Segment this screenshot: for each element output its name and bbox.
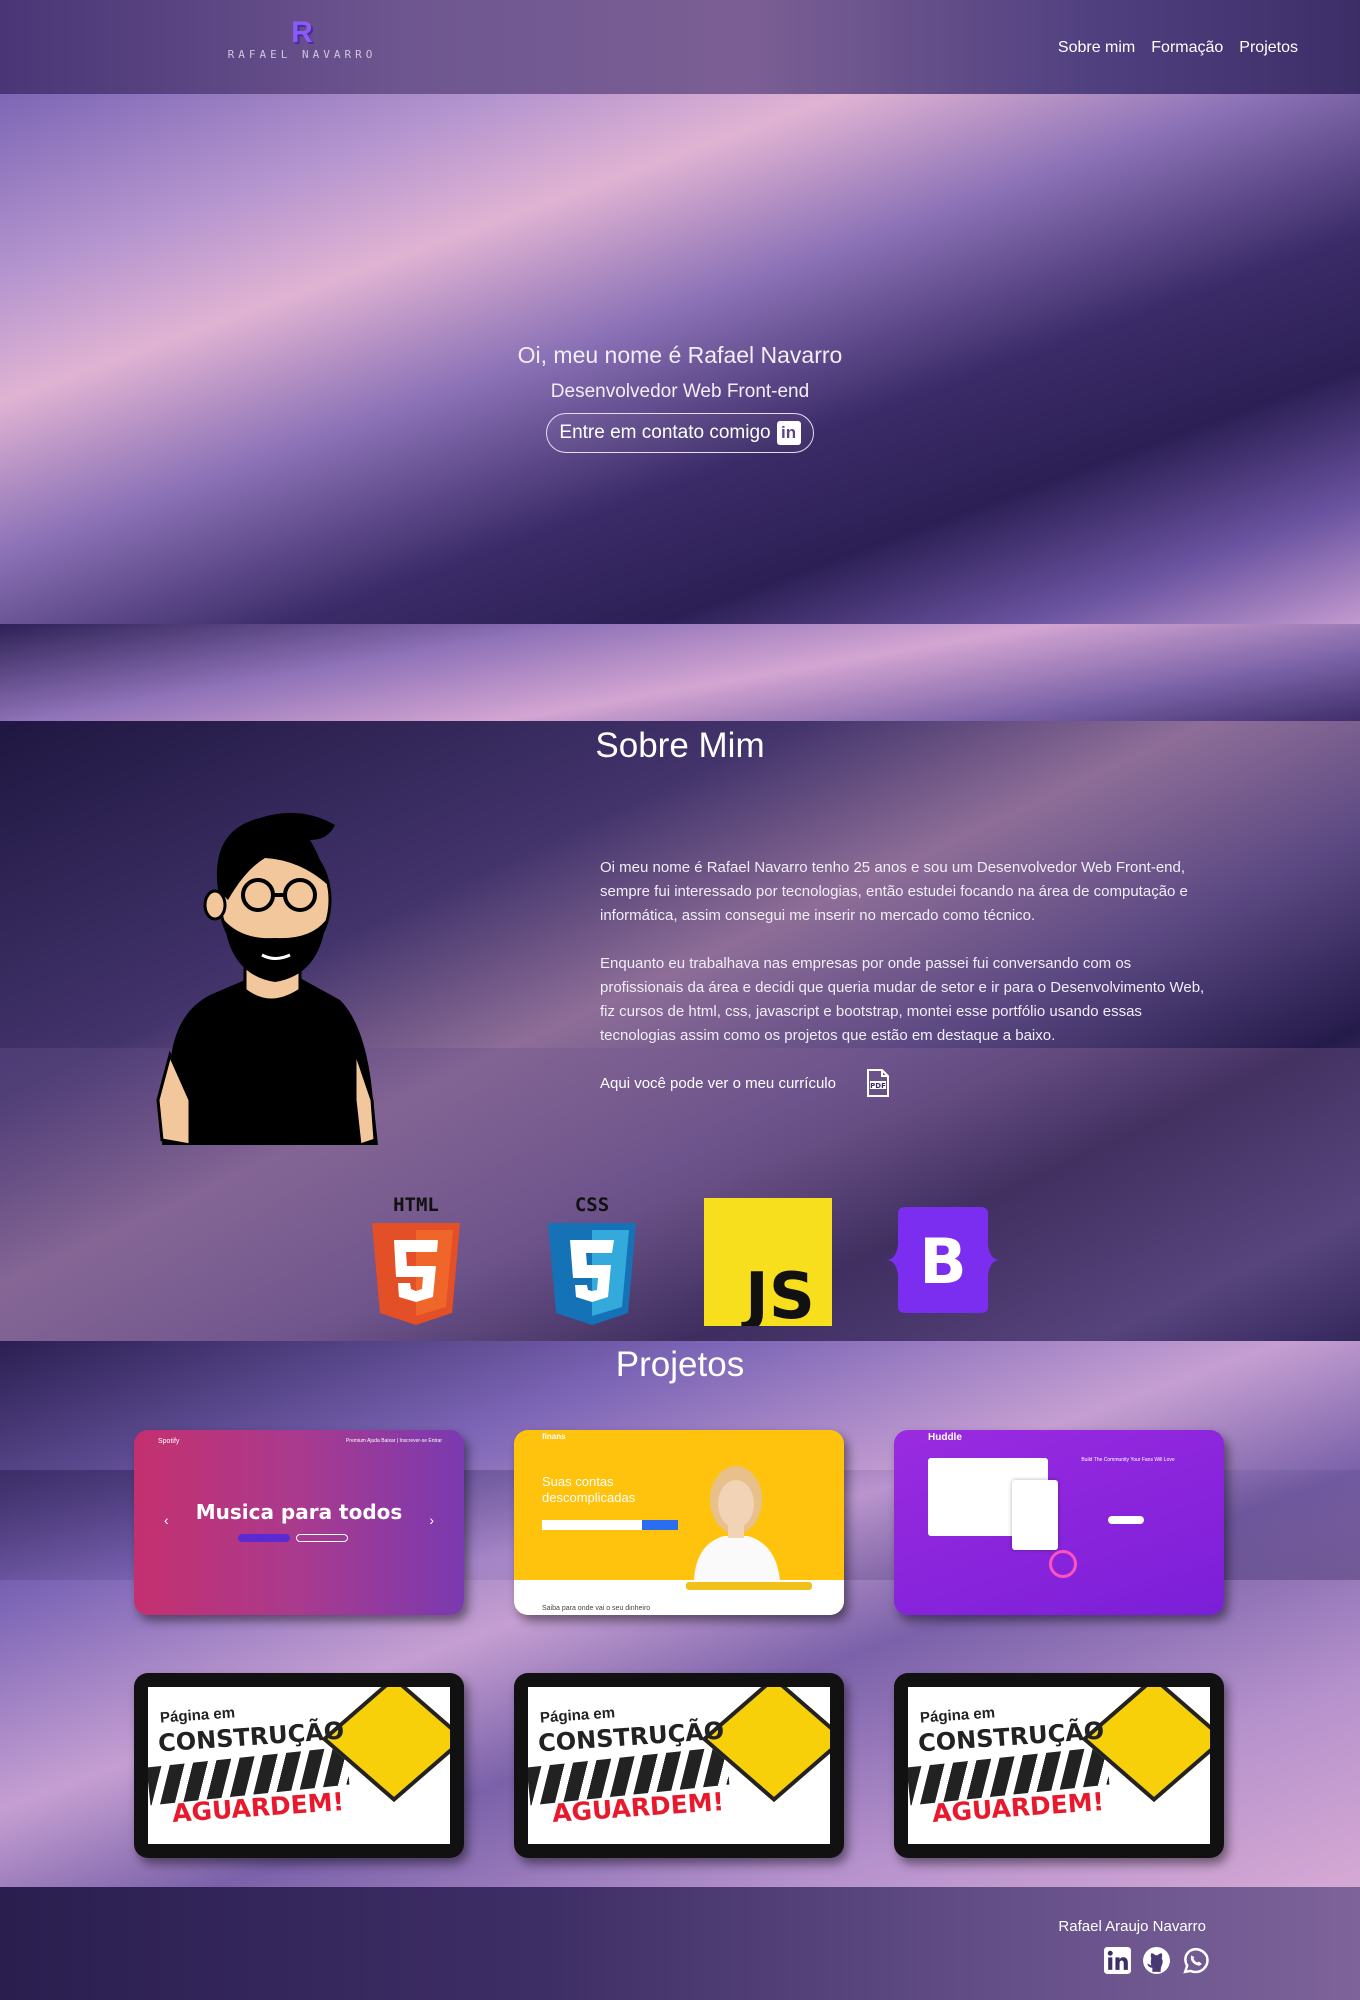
nav-projetos[interactable]: Projetos <box>1239 39 1298 57</box>
linkedin-icon[interactable] <box>1103 1946 1132 1975</box>
huddle-mockup-phone <box>1012 1480 1058 1550</box>
javascript-icon: JS <box>704 1198 832 1326</box>
spotify-nav: Premium Ajuda Baixar | Inscrever-se Entr… <box>345 1438 442 1444</box>
contact-label: Entre em contato comigo <box>559 422 771 443</box>
project-card-wip[interactable]: Página em CONSTRUÇÃO AGUARDEM! <box>894 1673 1224 1858</box>
footer-bar <box>0 1887 1360 2000</box>
wip-line1: Página em <box>159 1704 236 1727</box>
wip-line1: Página em <box>919 1704 996 1727</box>
huddle-ring-decoration <box>1049 1550 1077 1578</box>
projects-title: Projetos <box>615 1345 745 1384</box>
bootstrap-icon: B <box>886 1207 1000 1313</box>
project-card-wip[interactable]: Página em CONSTRUÇÃO AGUARDEM! <box>134 1673 464 1858</box>
finans-logo: finans <box>542 1432 566 1441</box>
js-label: JS <box>741 1260 815 1326</box>
cv-label: Aqui você pode ver o meu currículo <box>600 1074 836 1092</box>
about-paragraph: Enquanto eu trabalhava nas empresas por … <box>600 955 1205 1044</box>
html-label: HTML <box>393 1195 439 1216</box>
contact-button[interactable]: Entre em contato comigo in <box>546 413 814 453</box>
svg-text:PDF: PDF <box>870 1082 886 1090</box>
spotify-headline: Musica para todos <box>195 1500 403 1524</box>
github-icon[interactable] <box>1142 1946 1171 1975</box>
about-title: Sobre Mim <box>595 726 765 765</box>
project-card-spotify[interactable]: Spotify Premium Ajuda Baixar | Inscrever… <box>134 1430 464 1615</box>
nav-sobre-mim[interactable]: Sobre mim <box>1058 39 1135 57</box>
huddle-logo: Huddle <box>928 1432 962 1443</box>
divider-band <box>0 624 1360 721</box>
whatsapp-icon[interactable] <box>1181 1946 1210 1975</box>
spotify-logo: Spotify <box>158 1438 180 1445</box>
hero-greeting: Oi, meu nome é Rafael Navarro <box>517 342 843 368</box>
finans-highlight-bar <box>686 1582 812 1590</box>
about-text: Oi meu nome é Rafael Navarro tenho 25 an… <box>600 856 1210 1072</box>
project-card-huddle[interactable]: Huddle Build The Community Your Fans Wil… <box>894 1430 1224 1615</box>
css3-icon: CSS <box>548 1195 636 1325</box>
pdf-icon[interactable]: PDF <box>866 1068 890 1098</box>
finans-bottom-text: Saiba para onde vai o seu dinheiro <box>542 1605 651 1612</box>
project-card-finans[interactable]: finans Suas contas descomplicadas Saiba … <box>514 1430 844 1615</box>
html5-icon: HTML <box>372 1195 460 1325</box>
nav-formacao[interactable]: Formação <box>1151 39 1223 57</box>
huddle-headline: Build The Community Your Fans Will Love <box>1081 1457 1175 1463</box>
about-paragraph: Oi meu nome é Rafael Navarro tenho 25 an… <box>600 859 1188 924</box>
avatar-illustration <box>156 812 378 1145</box>
spotify-buttons <box>238 1534 348 1542</box>
css-label: CSS <box>575 1195 609 1216</box>
hero: Oi, meu nome é Rafael Navarro Desenvolve… <box>0 342 1360 453</box>
bootstrap-label: B <box>919 1225 966 1298</box>
finans-signup-button <box>642 1520 678 1530</box>
logo-text: RAFAEL NAVARRO <box>227 48 377 61</box>
footer-name: Rafael Araujo Navarro <box>1058 1918 1206 1935</box>
linkedin-icon: in <box>776 421 801 445</box>
finans-headline: Suas contas descomplicadas <box>542 1474 636 1505</box>
woman-photo <box>694 1466 780 1580</box>
footer-social-links <box>1103 1946 1210 1975</box>
logo-mark: R <box>291 16 313 49</box>
main-nav: Sobre mim Formação Projetos <box>1058 39 1298 57</box>
finans-email-field <box>542 1520 642 1530</box>
huddle-button <box>1108 1516 1144 1524</box>
logo[interactable]: R RAFAEL NAVARRO <box>212 18 392 70</box>
hero-role: Desenvolvedor Web Front-end <box>550 381 810 402</box>
cv-link[interactable]: Aqui você pode ver o meu currículo PDF <box>600 1068 890 1098</box>
project-card-wip[interactable]: Página em CONSTRUÇÃO AGUARDEM! <box>514 1673 844 1858</box>
wip-line1: Página em <box>539 1704 616 1727</box>
